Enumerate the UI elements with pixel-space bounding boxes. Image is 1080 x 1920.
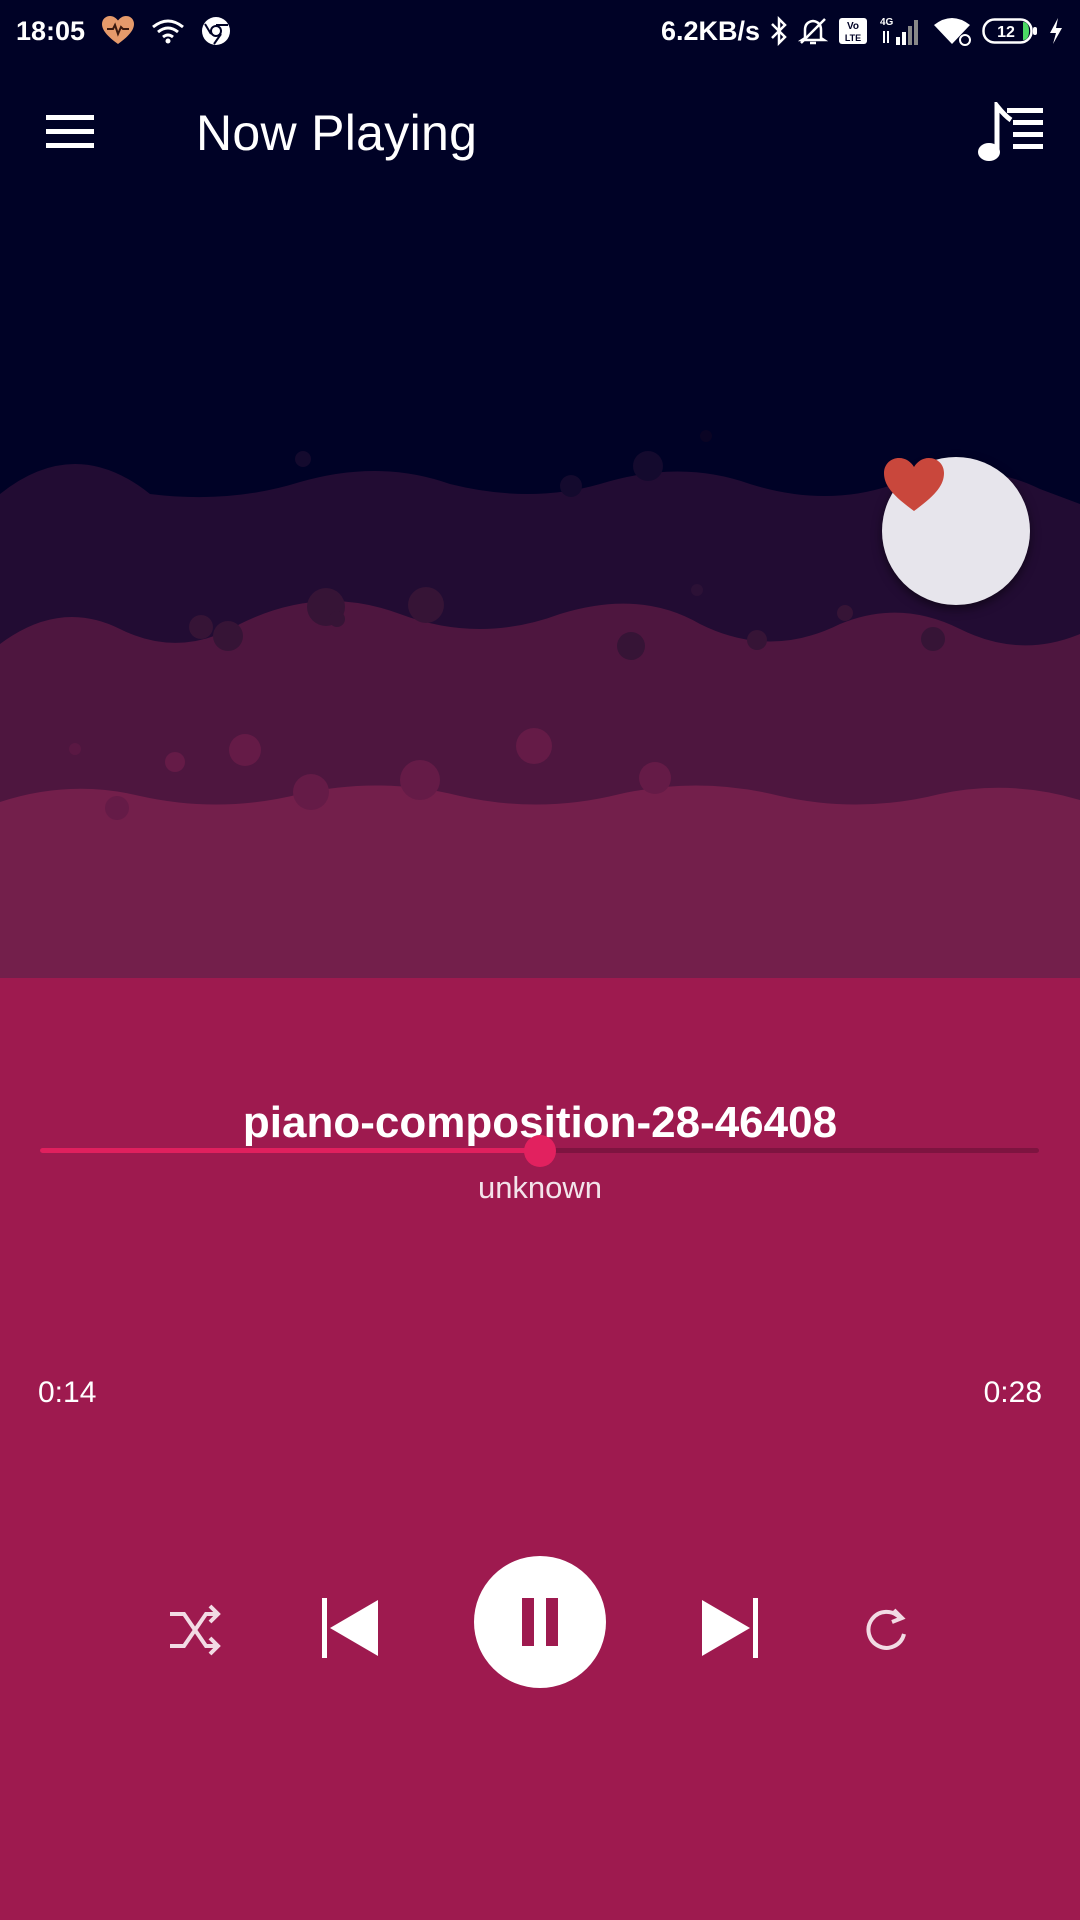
play-pause-button[interactable] [474,1556,606,1688]
skip-previous-icon [322,1598,378,1658]
current-time: 0:14 [38,1376,97,1409]
player-panel: piano-composition-28-46408 unknown [0,978,1080,1920]
music-queue-icon [978,102,1043,161]
hamburger-menu-icon [46,115,94,148]
battery-icon: 12 [982,0,1038,62]
status-left: 18:05 [16,0,231,62]
shuffle-button[interactable] [156,1592,232,1668]
volte-icon: Vo LTE [838,0,868,62]
skip-next-icon [702,1598,758,1658]
next-button[interactable] [690,1588,770,1668]
bluetooth-icon [770,0,788,62]
chrome-icon [201,0,231,62]
shuffle-icon [170,1604,221,1656]
wifi-icon [932,0,972,62]
previous-button[interactable] [310,1588,390,1668]
menu-button[interactable] [30,102,110,162]
repeat-icon [866,1608,906,1650]
status-right: 6.2KB/s Vo LTE 4G 12 [661,0,1064,62]
status-time: 18:05 [16,15,86,46]
now-playing-screen: 18:05 6.2KB/s Vo LTE 4G 12 Now Playing p… [0,0,1080,1920]
total-time: 0:28 [983,1376,1042,1409]
svg-text:LTE: LTE [845,33,861,43]
app-bar: Now Playing [0,62,1080,204]
wave-layer-3 [0,785,1080,978]
playback-controls [0,1552,1080,1692]
signal-icon: 4G [878,0,922,62]
network-speed: 6.2KB/s [660,15,760,46]
page-title: Now Playing [196,105,478,161]
wave-visualizer [0,204,1080,978]
seek-progress [40,1148,540,1153]
charging-icon [1048,0,1064,62]
repeat-button[interactable] [848,1592,924,1668]
heart-rate-icon [101,0,135,62]
queue-button[interactable] [972,98,1052,168]
heart-icon [884,458,944,511]
seek-bar[interactable] [40,1126,1039,1176]
seek-thumb[interactable] [523,1135,556,1167]
wifi-calling-icon [151,0,185,62]
status-bar: 18:05 6.2KB/s Vo LTE 4G 12 [0,0,1080,62]
pause-icon [522,1598,558,1646]
battery-level: 12 [997,24,1015,41]
svg-text:Vo: Vo [847,21,859,32]
svg-text:4G: 4G [880,17,894,28]
mute-bell-icon [798,0,828,62]
favorite-button[interactable] [882,457,1030,605]
